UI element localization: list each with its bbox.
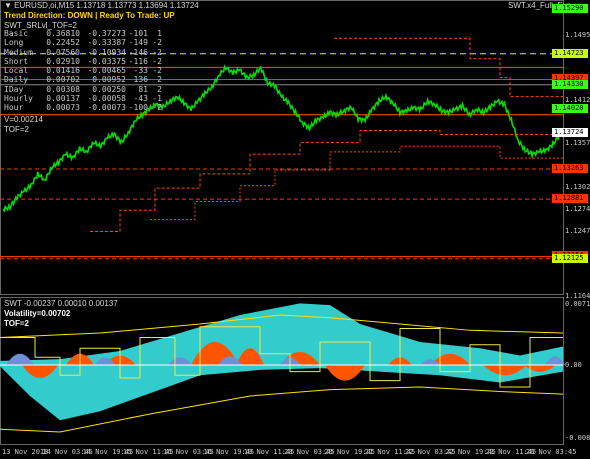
symbol-title: EURUSD,oi,M15 1.13718 1.13773 1.13694 1.… — [14, 1, 199, 10]
stats-cell: 0.22452 — [46, 38, 80, 48]
stats-cell: 0.00952 — [92, 75, 126, 85]
trend-status: Trend Direction: DOWN | Ready To Trade: … — [4, 11, 175, 20]
price-label: 1.13724 — [552, 127, 588, 137]
chart-title: ▼ EURUSD,oi,M15 1.13718 1.13773 1.13694 … — [4, 1, 199, 10]
price-label: 1.11640 — [565, 292, 590, 300]
resistance-step-line — [90, 130, 563, 233]
stats-cell: 0.02910 — [46, 56, 80, 66]
stats-table: Basic 0.36810 -0.37273 -101 1 Long 0.22452 -0.3… — [4, 29, 162, 113]
stats-cell: -146 — [128, 47, 148, 57]
stats-cell: -101 — [128, 29, 148, 38]
sub-axis-bottom: -0.00884 — [565, 434, 590, 442]
volatility-blob — [325, 365, 365, 381]
stats-cell: Hourly — [4, 94, 33, 104]
collapse-icon[interactable]: ▼ — [4, 1, 12, 10]
stats-cell: 1 — [157, 29, 162, 38]
stats-cell: 136 — [133, 75, 148, 85]
time-label: 26 Nov 03:45 — [525, 448, 577, 456]
volatility-label: Volatility=0.00702 — [4, 309, 71, 318]
stats-cell: 81 — [138, 84, 148, 94]
stats-row-iday: IDay 0.00308 0.00250 81 2 — [4, 85, 162, 94]
stats-row-short: Short 0.02910 -0.03375 -116 -2 — [4, 57, 162, 66]
stats-cell: -2 — [152, 47, 162, 57]
stats-cell: Daily — [4, 75, 29, 85]
stats-cell: Medium — [4, 47, 33, 57]
price-label: 1.12745 — [565, 204, 590, 213]
stats-row-hour: Hour 0.00073 -0.00073 -100 -2 — [4, 103, 162, 112]
resistance-step-line — [150, 145, 563, 221]
stats-cell: -33 — [133, 66, 148, 76]
trend-value: DOWN — [67, 11, 93, 20]
stats-cell: -0.33387 — [87, 38, 126, 48]
stats-cell: 0.07560 — [46, 47, 80, 57]
stats-cell: -2 — [152, 56, 162, 66]
sub-window-title: SWT -0.00237 0.00010 0.00137 — [4, 299, 118, 308]
price-label: 1.14020 — [552, 104, 588, 114]
stats-row-medium: Medium 0.07560 -0.10934 -146 -2 — [4, 48, 162, 57]
stats-cell: Long — [4, 38, 24, 48]
price-label: 1.13263 — [552, 163, 588, 173]
price-label: 1.13575 — [565, 139, 590, 148]
price-label: 1.12470 — [565, 226, 590, 235]
stats-cell: Basic — [4, 29, 29, 38]
stats-row-basic: Basic 0.36810 -0.37273 -101 1 — [4, 29, 162, 38]
stats-cell: -116 — [128, 56, 148, 66]
sub-axis-zero: 0.00 — [565, 361, 582, 369]
price-label: 1.14950 — [565, 30, 590, 39]
stats-cell: -0.03375 — [87, 56, 126, 66]
trend-label: Trend Direction: — [4, 11, 66, 20]
stats-cell: 0.00308 — [46, 84, 80, 94]
stats-cell: IDay — [4, 84, 24, 94]
stats-cell: -1 — [152, 94, 162, 104]
stats-cell: 0.36810 — [46, 29, 80, 38]
v-value: V=0.00214 — [4, 115, 43, 124]
stats-cell: -0.10934 — [87, 47, 126, 57]
stats-cell: 0.00702 — [46, 75, 80, 85]
stats-cell: 2 — [157, 75, 162, 85]
stats-cell: -2 — [152, 66, 162, 76]
ready-value: UP — [163, 11, 175, 20]
price-label: 1.13020 — [565, 183, 590, 192]
price-label: 1.15290 — [552, 4, 588, 13]
trend-sep: | — [95, 11, 98, 20]
price-label: 1.12125 — [552, 253, 588, 263]
stats-cell: 2 — [157, 84, 162, 94]
sub-axis-top: 0.00717 — [565, 300, 590, 308]
stats-cell: -43 — [133, 94, 148, 104]
price-label: 1.14723 — [552, 48, 588, 58]
stats-row-daily: Daily 0.00702 0.00952 136 2 — [4, 75, 162, 84]
volatility-blob — [6, 353, 34, 365]
stats-cell: -0.00073 — [87, 103, 126, 113]
stats-cell: 0.00250 — [92, 84, 126, 94]
stats-cell: 0.00137 — [46, 94, 80, 104]
sub-tof-label: TOF=2 — [4, 319, 29, 328]
ready-label: Ready To Trade: — [99, 11, 162, 20]
stats-cell: 0.01416 — [46, 66, 80, 76]
tof-value: TOF=2 — [4, 125, 29, 134]
price-label: 1.14125 — [565, 95, 590, 104]
stats-cell: -100 — [128, 103, 148, 113]
stats-cell: Short — [4, 56, 29, 66]
stats-cell: -0.00465 — [87, 66, 126, 76]
price-label: 1.12881 — [552, 194, 588, 204]
stats-cell: -0.37273 — [87, 29, 126, 38]
stats-cell: -2 — [152, 38, 162, 48]
stats-row-local: Local 0.01416 -0.00465 -33 -2 — [4, 66, 162, 75]
stats-cell: Local — [4, 66, 29, 76]
price-label: 1.14330 — [552, 79, 588, 89]
stats-cell: Hour — [4, 103, 24, 113]
stats-cell: -2 — [152, 103, 162, 113]
stats-row-hourly: Hourly 0.00137 -0.00058 -43 -1 — [4, 94, 162, 103]
stats-cell: -0.00058 — [87, 94, 126, 104]
stats-row-long: Long 0.22452 -0.33387 -149 -2 — [4, 38, 162, 47]
stats-cell: -149 — [128, 38, 148, 48]
stats-cell: 0.00073 — [46, 103, 80, 113]
